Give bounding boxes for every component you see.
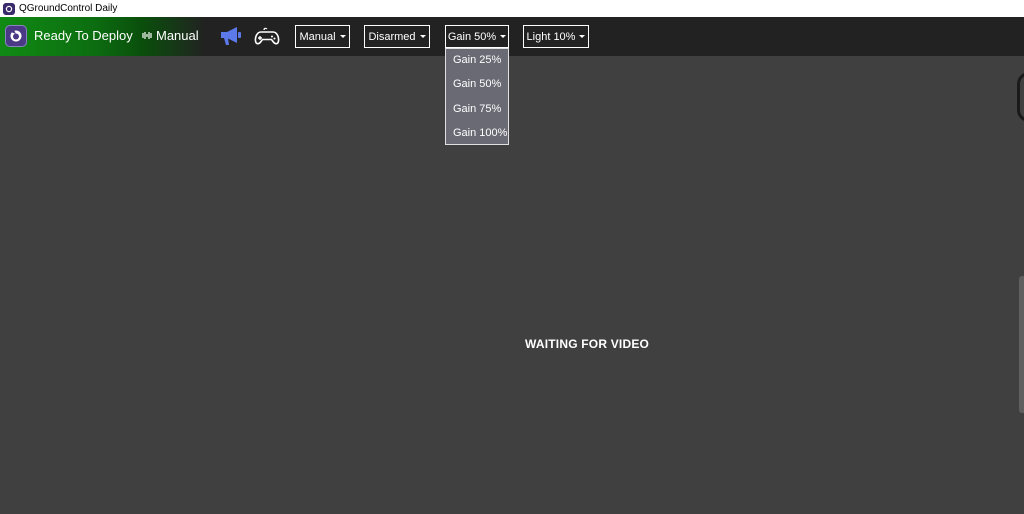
caret-down-icon [500, 35, 507, 38]
gain-dropdown-label: Gain 50% [447, 30, 497, 43]
side-panel-handle[interactable] [1019, 276, 1024, 413]
app-icon [3, 2, 15, 15]
arm-dropdown-label: Disarmed [368, 30, 416, 43]
instrument-widget[interactable] [1017, 72, 1024, 122]
megaphone-icon[interactable] [218, 25, 242, 51]
gain-option-100[interactable]: Gain 100% [453, 127, 507, 139]
arm-dropdown[interactable]: Disarmed [364, 25, 430, 48]
main-toolbar: Ready To Deploy Manual Manual Disarmed G… [0, 17, 1024, 56]
light-dropdown-label: Light 10% [526, 30, 576, 43]
window-titlebar: QGroundControl Daily [0, 0, 1024, 17]
gain-option-75[interactable]: Gain 75% [453, 103, 501, 115]
flight-mode-label: Manual [156, 28, 199, 43]
gain-dropdown-menu: Gain 25% Gain 50% Gain 75% Gain 100% [445, 48, 509, 145]
light-dropdown[interactable]: Light 10% [523, 25, 589, 48]
mode-dropdown-label: Manual [299, 30, 336, 43]
caret-down-icon [419, 35, 426, 38]
caret-down-icon [579, 35, 586, 38]
waveform-icon [142, 32, 152, 39]
vehicle-status-area: Ready To Deploy Manual [0, 17, 205, 56]
ready-status-text[interactable]: Ready To Deploy [34, 28, 133, 43]
gain-dropdown[interactable]: Gain 50% [445, 25, 509, 48]
gamepad-icon[interactable] [254, 27, 280, 51]
window-title: QGroundControl Daily [19, 3, 118, 14]
gain-option-50[interactable]: Gain 50% [453, 78, 501, 90]
caret-down-icon [339, 35, 346, 38]
flight-mode-indicator[interactable]: Manual [142, 28, 199, 43]
gain-option-25[interactable]: Gain 25% [453, 54, 501, 66]
qgc-logo-icon[interactable] [5, 25, 27, 47]
mode-dropdown[interactable]: Manual [295, 25, 350, 48]
video-status-message: WAITING FOR VIDEO [525, 337, 650, 351]
